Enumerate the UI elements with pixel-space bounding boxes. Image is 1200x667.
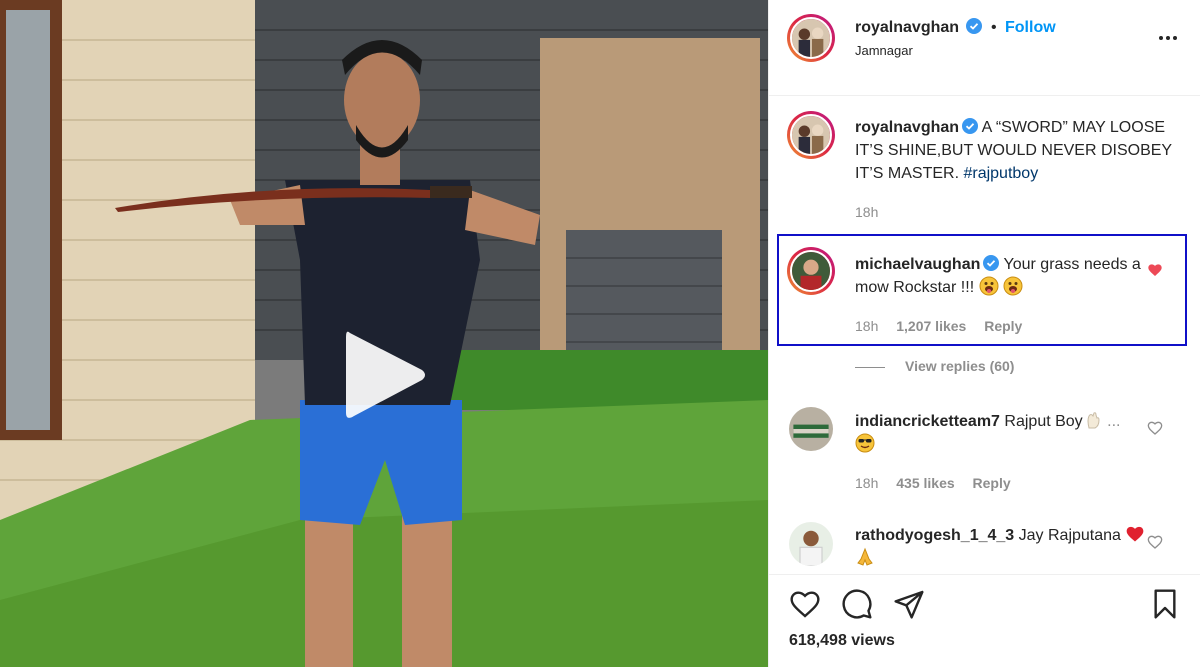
post-header: royalnavghan • Follow [855,18,1056,37]
caption-meta: 18h [855,204,892,220]
red-heart-emoji-icon [1127,526,1144,542]
separator-dot: • [990,19,997,36]
caption-username[interactable]: royalnavghan [855,119,959,136]
author-username[interactable]: royalnavghan [855,19,959,36]
comment-text: Jay Rajputana [1018,527,1121,544]
sunglasses-emoji-icon [855,433,875,453]
verified-badge-icon [983,255,1000,271]
post-details-panel: royalnavghan • Follow Jamnagar royalnavg… [768,0,1200,667]
view-replies-label: View replies (60) [905,358,1015,374]
comment-avatar[interactable] [789,522,833,566]
hand-emoji-icon [1087,412,1100,429]
view-replies-button[interactable]: View replies (60) [855,358,1014,374]
comment-username[interactable]: michaelvaughan [855,256,980,273]
comment-likes[interactable]: 1,207 likes [896,318,966,334]
comment-time: 18h [855,475,879,491]
comment-text: Rajput Boy [1004,413,1083,430]
tongue-face-emoji-icon [979,276,999,296]
follow-button[interactable]: Follow [1005,19,1056,36]
paper-plane-icon[interactable] [893,588,925,620]
comment: michaelvaughan Your grass needs a mow Ro… [855,253,1155,299]
more-horizontal-icon[interactable] [1156,26,1180,50]
caption: royalnavghan A “SWORD” MAY LOOSE IT’S SH… [855,116,1175,185]
comment-avatar[interactable] [787,247,835,295]
actions-divider [769,574,1200,575]
tongue-face-emoji-icon [1003,276,1023,296]
verified-badge-icon [966,18,983,34]
action-bar [769,580,1200,630]
comment: rathodyogesh_1_4_3 Jay Rajputana [855,524,1155,570]
caption-time: 18h [855,204,879,220]
comment-meta: 18h 435 likes Reply [855,475,1025,491]
heart-icon[interactable] [1147,534,1163,550]
folded-hands-emoji-icon [857,547,873,566]
comment-ellipsis: ... [1107,413,1121,430]
author-avatar[interactable] [787,14,835,62]
comment-avatar[interactable] [789,407,833,451]
view-count[interactable]: 618,498 views [789,632,895,650]
comment-icon[interactable] [841,588,873,620]
verified-badge-icon [962,118,979,134]
comment-meta: 18h 1,207 likes Reply [855,318,1036,334]
hashtag-link[interactable]: #rajputboy [963,165,1038,182]
heart-icon[interactable] [789,588,821,620]
play-icon[interactable] [332,325,432,425]
caption-avatar[interactable] [787,111,835,159]
reply-button[interactable]: Reply [973,475,1011,491]
bookmark-icon[interactable] [1149,588,1181,620]
post-media[interactable] [0,0,768,667]
heart-icon[interactable] [1147,420,1163,436]
comment-username[interactable]: rathodyogesh_1_4_3 [855,527,1014,544]
header-divider [769,95,1200,96]
reply-button[interactable]: Reply [984,318,1022,334]
comment: indiancricketteam7 Rajput Boy ... [855,410,1155,456]
comment-time: 18h [855,318,879,334]
liked-heart-icon[interactable] [1147,262,1163,278]
replies-line [855,366,885,368]
comment-likes[interactable]: 435 likes [896,475,954,491]
comment-username[interactable]: indiancricketteam7 [855,413,1000,430]
post-location[interactable]: Jamnagar [855,43,913,58]
